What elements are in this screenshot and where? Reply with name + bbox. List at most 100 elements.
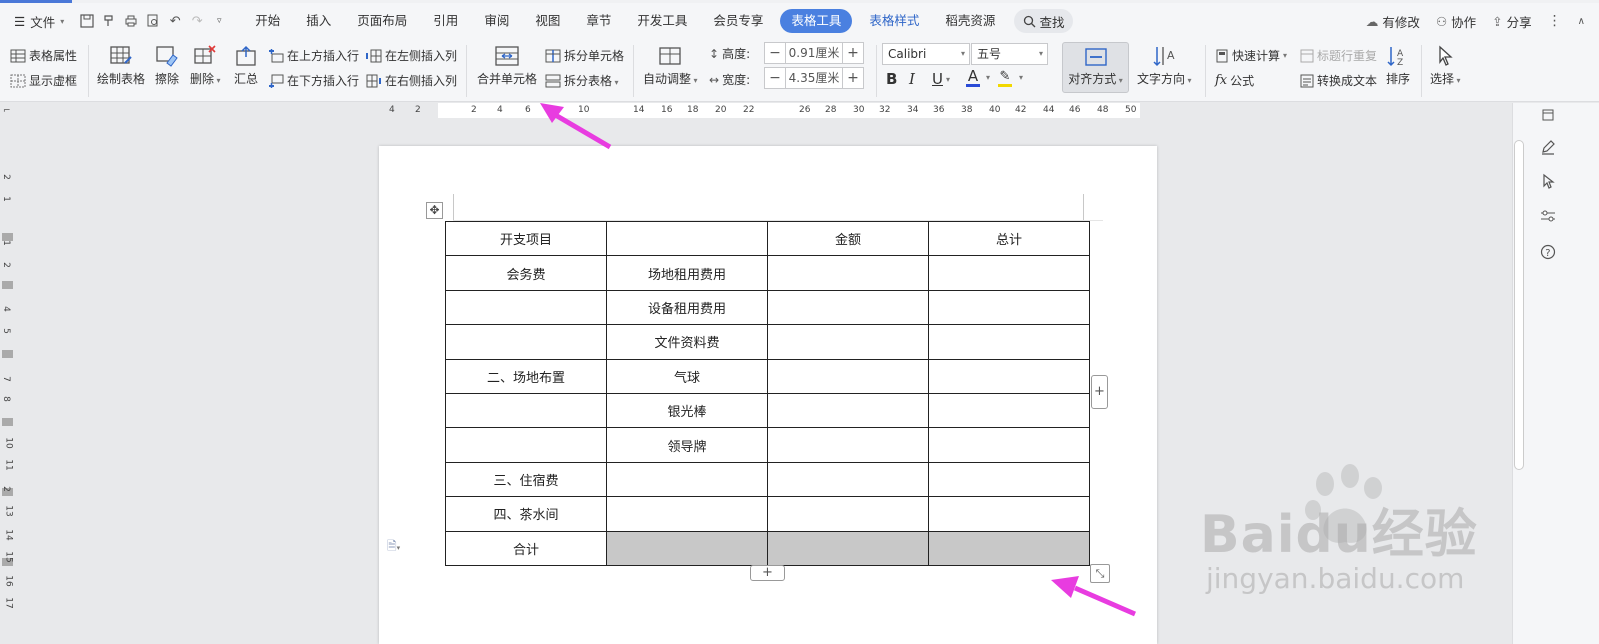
table-cell[interactable] — [767, 255, 929, 291]
print-preview-icon[interactable] — [142, 10, 164, 32]
select-panel-button[interactable] — [1537, 170, 1559, 192]
panel-collapse-button[interactable] — [1537, 104, 1559, 126]
tab-view[interactable]: 视图 — [522, 9, 573, 33]
table-cell[interactable] — [767, 530, 929, 566]
table-cell[interactable]: 二、场地布置 — [445, 358, 607, 394]
document-table[interactable]: 开支项目 金额 总计会务费 场地租用费用 设备租用费用 文件资料费 二、场地布置 气球 银光棒领… — [445, 220, 1090, 566]
add-row-button[interactable]: + — [750, 565, 785, 581]
more-menu-button[interactable]: ⋮ — [1548, 13, 1562, 29]
horizontal-ruler[interactable]: 4 2 2 4 6 10 14 16 18 20 22 26 28 30 32 34 36 38 40 42 44 46 4… — [379, 103, 1140, 118]
decrease-height-button[interactable]: − — [765, 45, 785, 61]
tab-review[interactable]: 审阅 — [471, 9, 522, 33]
table-cell[interactable]: 四、茶水间 — [445, 496, 607, 532]
table-cell[interactable] — [767, 427, 929, 463]
collaborate-button[interactable]: ⚇ 协作 — [1436, 12, 1476, 31]
table-cell[interactable]: 会务费 — [445, 255, 607, 291]
tab-developer[interactable]: 开发工具 — [624, 9, 700, 33]
bold-button[interactable]: B — [886, 70, 897, 88]
table-cell[interactable] — [445, 427, 607, 463]
tab-references[interactable]: 引用 — [420, 9, 471, 33]
insert-column-left-button[interactable]: 在左侧插入列 — [366, 47, 457, 64]
underline-button[interactable]: U ▾ — [932, 70, 950, 88]
table-cell[interactable] — [445, 392, 607, 429]
edit-panel-button[interactable] — [1537, 136, 1559, 158]
alignment-button[interactable]: 对齐方式 ▾ — [1062, 42, 1129, 93]
customize-toolbar-icon[interactable]: ▿ — [208, 10, 230, 32]
text-direction-button[interactable]: A 文字方向 ▾ — [1137, 45, 1192, 87]
table-cell[interactable] — [606, 220, 768, 257]
tab-home[interactable]: 开始 — [242, 9, 293, 33]
decrease-width-button[interactable]: − — [765, 70, 785, 86]
font-color-button[interactable]: A — [966, 69, 980, 87]
font-color-dropdown[interactable]: ▾ — [986, 73, 990, 82]
table-move-handle[interactable]: ✥ — [426, 202, 443, 219]
collapse-ribbon-button[interactable]: ∧ — [1578, 16, 1585, 27]
table-cell[interactable] — [767, 496, 929, 532]
table-cell[interactable]: 银光棒 — [606, 392, 768, 429]
table-cell[interactable] — [928, 496, 1090, 532]
sort-button[interactable]: AZ 排序 — [1386, 45, 1410, 87]
tab-table-style[interactable]: 表格样式 — [856, 9, 932, 33]
table-cell[interactable] — [445, 289, 607, 326]
tab-member[interactable]: 会员专享 — [700, 9, 776, 33]
quick-calc-button[interactable]: 快速计算 ▾ — [1215, 47, 1287, 64]
table-cell[interactable] — [928, 392, 1090, 429]
show-gridlines-button[interactable]: 显示虚框 — [10, 72, 77, 89]
table-cell[interactable] — [767, 289, 929, 326]
increase-width-button[interactable]: + — [843, 70, 863, 86]
erase-button[interactable]: 擦除 — [155, 45, 179, 87]
table-cell[interactable] — [928, 255, 1090, 291]
font-name-select[interactable]: Calibri ▾ — [882, 43, 970, 65]
table-cell[interactable] — [445, 324, 607, 360]
table-cell[interactable] — [767, 392, 929, 429]
table-cell[interactable] — [767, 358, 929, 394]
select-button[interactable]: 选择 ▾ — [1430, 45, 1461, 87]
convert-to-text-button[interactable]: 转换成文本 — [1300, 72, 1377, 89]
tab-table-tools[interactable]: 表格工具 — [780, 9, 853, 33]
title-repeat-button[interactable]: 标题行重复 — [1300, 47, 1377, 64]
italic-button[interactable]: I — [909, 70, 915, 88]
table-cell[interactable]: 合计 — [445, 530, 607, 566]
table-cell[interactable] — [928, 427, 1090, 463]
format-painter-icon[interactable] — [98, 10, 120, 32]
add-column-button[interactable]: + — [1091, 375, 1108, 409]
table-cell[interactable] — [606, 461, 768, 498]
merge-cells-button[interactable]: 合并单元格 — [477, 45, 537, 87]
table-cell[interactable]: 设备租用费用 — [606, 289, 768, 326]
table-cell[interactable]: 总计 — [928, 220, 1090, 257]
split-cells-button[interactable]: 拆分单元格 — [545, 47, 624, 64]
tab-insert[interactable]: 插入 — [293, 9, 344, 33]
table-cell[interactable]: 开支项目 — [445, 220, 607, 257]
increase-height-button[interactable]: + — [843, 45, 863, 61]
table-cell[interactable] — [928, 289, 1090, 326]
table-cell[interactable]: 金额 — [767, 220, 929, 257]
font-size-select[interactable]: 五号 ▾ — [971, 43, 1048, 65]
modify-status-button[interactable]: ☁ 有修改 — [1366, 12, 1420, 31]
table-cell[interactable] — [928, 461, 1090, 498]
row-height-value[interactable]: 0.91厘米 — [785, 43, 843, 63]
tab-docer-resources[interactable]: 稻壳资源 — [932, 9, 1008, 33]
table-cell[interactable] — [928, 358, 1090, 394]
help-panel-button[interactable]: ? — [1537, 241, 1559, 263]
insert-row-above-button[interactable]: 在上方插入行 — [268, 47, 359, 64]
delete-button[interactable]: 删除 ▾ — [190, 45, 221, 87]
redo-icon[interactable]: ↷ — [186, 10, 208, 32]
table-cell[interactable]: 领导牌 — [606, 427, 768, 463]
table-cell[interactable]: 文件资料费 — [606, 324, 768, 360]
table-cell[interactable] — [767, 324, 929, 360]
highlight-button[interactable]: ✎ — [998, 69, 1012, 87]
share-button[interactable]: ⇪ 分享 — [1492, 12, 1532, 31]
draw-table-button[interactable]: 绘制表格 — [97, 45, 145, 87]
tab-chapter[interactable]: 章节 — [573, 9, 624, 33]
vertical-ruler[interactable]: 2 1 1 2 4 5 7 8 10 11 2 13 14 15 16 17 — [0, 118, 15, 644]
column-width-spinner[interactable]: − 4.35厘米 + — [764, 67, 864, 89]
file-menu[interactable]: ☰ 文件 ▾ — [0, 12, 76, 31]
table-cell[interactable]: 气球 — [606, 358, 768, 394]
table-cell[interactable]: 场地租用费用 — [606, 255, 768, 291]
table-cell[interactable] — [928, 530, 1090, 566]
table-cell[interactable]: 三、住宿费 — [445, 461, 607, 498]
highlight-dropdown[interactable]: ▾ — [1019, 73, 1023, 82]
insert-row-below-button[interactable]: 在下方插入行 — [268, 72, 359, 89]
table-cell[interactable] — [606, 496, 768, 532]
insert-column-right-button[interactable]: 在右侧插入列 — [366, 72, 457, 89]
